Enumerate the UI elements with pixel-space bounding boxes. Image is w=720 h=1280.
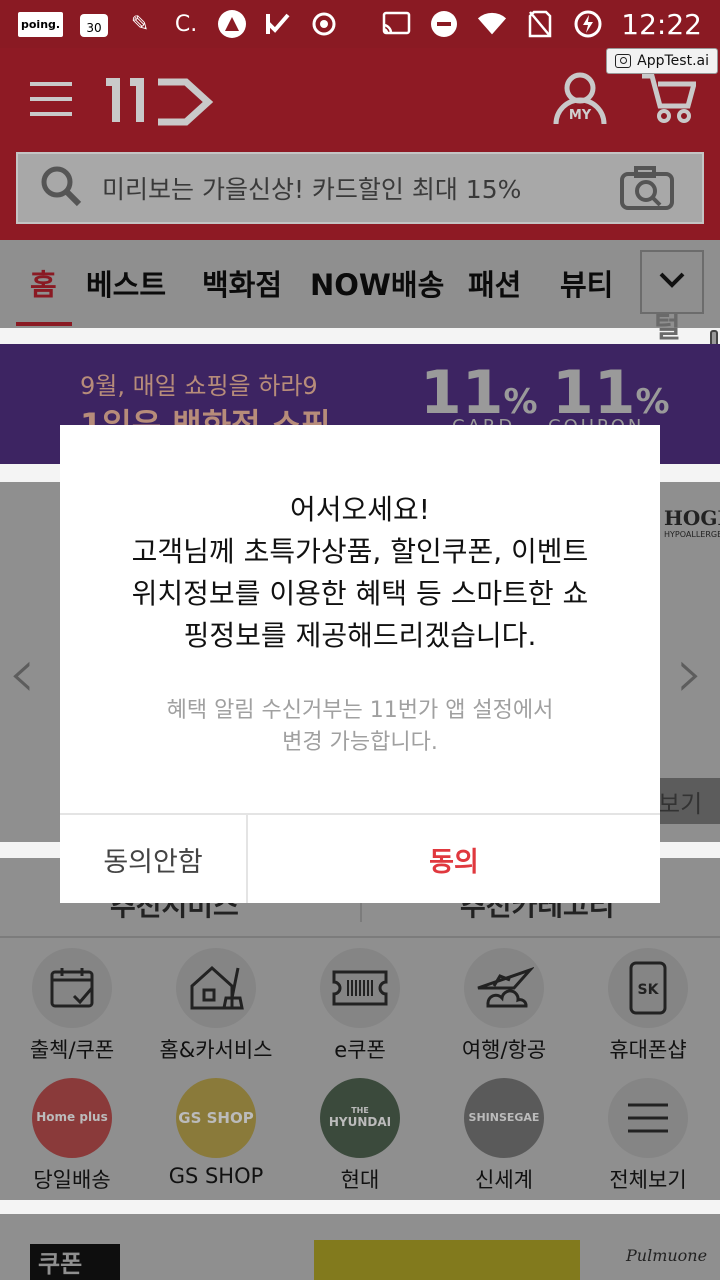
tabs-expand-button[interactable] <box>640 250 704 314</box>
hyundai-logo: THE HYUNDAI <box>320 1078 400 1158</box>
menu-icon[interactable] <box>30 82 72 116</box>
grid-item-travel[interactable]: 여행/항공 <box>444 948 564 1064</box>
grid-item-label: 여행/항공 <box>461 1038 547 1062</box>
bottom-promo-strip[interactable]: 쿠폰 Pulmuone <box>0 1214 720 1280</box>
grid-item-phone-shop[interactable]: SK 휴대폰샵 <box>588 948 708 1064</box>
watermark-text: AppTest.ai <box>637 53 709 69</box>
grid-item-gs-shop[interactable]: GS SHOP GS SHOP <box>156 1078 276 1188</box>
gs-shop-logo: GS SHOP <box>176 1078 256 1158</box>
apptest-watermark: AppTest.ai <box>606 48 718 74</box>
phone-icon: SK <box>608 948 688 1028</box>
coupon-logo: 쿠폰 <box>30 1244 120 1280</box>
do-not-disturb-icon <box>429 9 459 39</box>
grid-item-ecoupon[interactable]: e쿠폰 <box>300 948 420 1064</box>
grid-item-label: 홈&카서비스 <box>159 1038 273 1062</box>
grid-item-label: 현대 <box>340 1168 380 1192</box>
banner-line1: 9월, 매일 쇼핑을 하라9 <box>80 372 318 400</box>
svg-text:SK: SK <box>638 982 660 998</box>
pulmuone-logo: Pulmuone <box>626 1246 708 1265</box>
search-input[interactable]: 미리보는 가을신상! 카드할인 최대 15% <box>102 170 521 206</box>
consent-dialog: 어서오세요! 고객님께 초특가상품, 할인쿠폰, 이벤트 위치정보를 이용한 혜… <box>60 425 660 903</box>
category-tabs: 홈 베스트 백화점 NOW배송 패션 뷰티 <box>0 240 720 328</box>
service-grid: 출첵/쿠폰 홈&카서비스 e쿠폰 여행/항공 SK 휴대폰샵 Home plus… <box>0 938 720 1200</box>
product-image <box>314 1240 580 1280</box>
check-flag-icon <box>263 9 293 39</box>
status-bar: poing. 30 ✎ C. 12:22 <box>0 0 720 48</box>
svg-text:30: 30 <box>86 21 101 35</box>
chevron-left-icon[interactable]: ‹ <box>8 632 36 714</box>
vpn-icon <box>217 9 247 39</box>
chevron-right-icon[interactable]: › <box>676 632 704 714</box>
wifi-icon <box>477 9 507 39</box>
tab-beauty[interactable]: 뷰티 <box>560 262 613 304</box>
decline-button[interactable]: 동의안함 <box>60 815 248 903</box>
camera-search-icon[interactable] <box>620 166 674 214</box>
record-icon <box>309 9 339 39</box>
calendar-check-icon <box>32 948 112 1028</box>
grid-item-label: 전체보기 <box>609 1168 687 1192</box>
camera-icon <box>615 54 632 68</box>
tab-home[interactable]: 홈 <box>30 262 57 304</box>
grid-item-same-day[interactable]: Home plus 당일배송 <box>12 1078 132 1194</box>
grid-item-view-all[interactable]: 전체보기 <box>588 1078 708 1194</box>
active-tab-indicator <box>16 322 72 326</box>
homeplus-logo: Home plus <box>32 1078 112 1158</box>
house-broom-icon <box>176 948 256 1028</box>
search-icon <box>40 165 82 211</box>
grid-item-label: 휴대폰샵 <box>609 1038 687 1062</box>
chevron-down-icon <box>659 272 685 292</box>
grid-item-shinsegae[interactable]: SHINSEGAE 신세계 <box>444 1078 564 1194</box>
search-bar[interactable]: 미리보는 가을신상! 카드할인 최대 15% <box>16 152 704 224</box>
dialog-buttons: 동의안함 동의 <box>60 813 660 903</box>
brand-logo-sub: HYPOALLERGENIC <box>664 530 720 539</box>
battery-charging-icon <box>573 9 603 39</box>
c-app-icon: C. <box>174 11 198 37</box>
menu-icon <box>608 1078 688 1158</box>
no-sim-icon <box>525 9 555 39</box>
brand-logo: HOGEL <box>664 506 720 530</box>
tab-now-delivery[interactable]: NOW배송 <box>310 262 444 304</box>
shinsegae-logo: SHINSEGAE <box>464 1078 544 1158</box>
tab-department[interactable]: 백화점 <box>202 262 282 304</box>
barcode-ticket-icon <box>320 948 400 1028</box>
grid-item-label: 신세계 <box>475 1168 533 1192</box>
tab-fashion[interactable]: 패션 <box>468 262 521 304</box>
agree-button[interactable]: 동의 <box>248 815 660 903</box>
logo[interactable] <box>100 74 220 130</box>
grid-item-label: 당일배송 <box>33 1168 111 1192</box>
clock: 12:22 <box>621 7 702 41</box>
cast-icon <box>381 9 411 39</box>
my-label: MY <box>568 108 592 123</box>
grid-item-home-car[interactable]: 홈&카서비스 <box>156 948 276 1064</box>
grid-item-attendance[interactable]: 출첵/쿠폰 <box>12 948 132 1064</box>
feather-icon: ✎ <box>130 11 150 37</box>
dialog-message: 어서오세요! 고객님께 초특가상품, 할인쿠폰, 이벤트 위치정보를 이용한 혜… <box>131 493 589 652</box>
grid-item-label: 출첵/쿠폰 <box>29 1038 115 1062</box>
poing-app-icon: poing. <box>18 11 64 37</box>
grid-item-hyundai[interactable]: THE HYUNDAI 현대 <box>300 1078 420 1194</box>
calendar-badge-icon: 30 <box>79 9 109 39</box>
tab-best[interactable]: 베스트 <box>86 262 166 304</box>
grid-item-label: e쿠폰 <box>334 1038 386 1062</box>
cart-icon[interactable] <box>640 72 698 128</box>
airplane-icon <box>464 948 544 1028</box>
dialog-note: 혜택 알림 수신거부는 11번가 앱 설정에서 변경 가능합니다. <box>166 698 554 755</box>
app-header: MY 미리보는 가을신상! 카드할인 최대 15% <box>0 48 720 240</box>
grid-item-label: GS SHOP <box>168 1164 264 1188</box>
